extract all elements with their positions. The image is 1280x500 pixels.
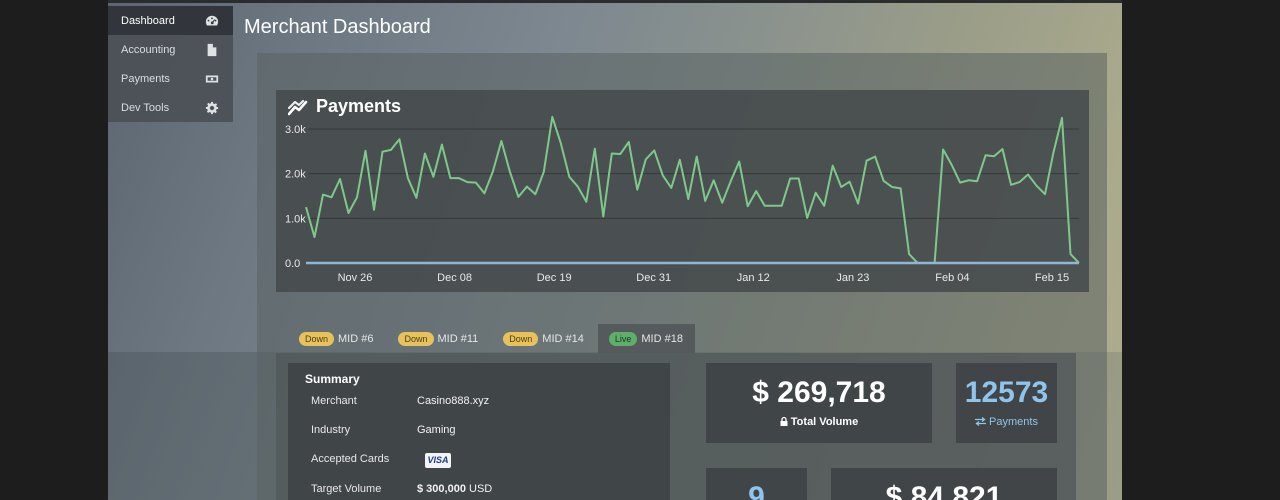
tab-label: MID #11 xyxy=(437,332,479,345)
y-tick-label: 1.0k xyxy=(285,213,306,225)
chart-title: Payments xyxy=(316,96,402,116)
x-tick-label: Feb 04 xyxy=(935,272,969,284)
visa-card-icon: VISA xyxy=(425,453,451,468)
x-tick-label: Jan 12 xyxy=(737,272,770,284)
status-badge: Live xyxy=(608,331,638,346)
payments-chart: 0.0 1.0k 2.0k 3.0k Nov 26 Dec 08 Dec 19 Dec 31 J… xyxy=(285,115,1080,284)
summary-row-accepted-cards: Accepted Cards VISA xyxy=(311,453,451,468)
chart-header: Payments xyxy=(288,96,401,117)
series-line-payments xyxy=(305,115,1080,264)
target-volume-amount: $ 300,000 xyxy=(417,483,466,495)
y-tick-label: 0.0 xyxy=(285,258,300,270)
sidebar-item-label: Dev Tools xyxy=(121,101,170,114)
stat-4-value: $ 84,821 xyxy=(885,481,1003,500)
stat-card-4: $ 84,821 xyxy=(831,468,1057,500)
x-tick-label: Dec 19 xyxy=(537,272,572,284)
status-badge: Down xyxy=(503,331,539,346)
payments-label: Payments xyxy=(989,416,1038,428)
lock-icon xyxy=(780,417,788,426)
payments-chart-panel: 0.0 1.0k 2.0k 3.0k Nov 26 Dec 08 Dec 19 Dec 31 J… xyxy=(276,90,1089,292)
x-tick-label: Jan 23 xyxy=(836,272,869,284)
app-window: Dashboard Accounting Payments Dev Tools … xyxy=(108,0,1122,500)
sidebar-item-accounting[interactable]: Accounting xyxy=(108,35,233,64)
tab-label: MID #6 xyxy=(338,332,374,345)
tab-label: MID #14 xyxy=(542,332,584,345)
sidebar-item-label: Dashboard xyxy=(121,14,175,27)
stat-card-3: 9 xyxy=(706,468,807,500)
status-badge: Down xyxy=(299,331,335,346)
total-volume-label: Total Volume xyxy=(790,416,859,428)
tab-mid-14[interactable]: Down MID #14 xyxy=(492,324,596,353)
gear-icon xyxy=(205,101,219,114)
y-tick-label: 2.0k xyxy=(285,169,306,181)
payments-label-row: Payments xyxy=(956,416,1057,428)
line-chart-icon xyxy=(288,99,308,115)
tab-mid-6[interactable]: Down MID #6 xyxy=(288,324,385,353)
summary-key: Target Volume xyxy=(311,483,382,495)
page-title: Merchant Dashboard xyxy=(244,16,431,38)
summary-row-merchant: Merchant Casino888.xyz xyxy=(311,395,489,407)
summary-title: Summary xyxy=(305,372,360,386)
top-border xyxy=(108,0,1122,3)
dashboard-icon xyxy=(205,15,219,25)
total-volume-value: $ 269,718 xyxy=(752,376,886,409)
payments-count-value: 12573 xyxy=(964,376,1049,409)
total-volume-label-row: Total Volume xyxy=(706,416,932,428)
tab-mid-11[interactable]: Down MID #11 xyxy=(387,324,490,353)
summary-value: $ 300,000 USD xyxy=(417,483,492,495)
file-icon xyxy=(207,43,217,56)
summary-row-target-volume: Target Volume $ 300,000 USD xyxy=(311,483,492,495)
sidebar-item-payments[interactable]: Payments xyxy=(108,64,233,93)
summary-value: Gaming xyxy=(417,424,456,436)
y-tick-label: 3.0k xyxy=(285,124,306,136)
sidebar-item-label: Accounting xyxy=(121,43,176,56)
x-tick-label: Nov 26 xyxy=(338,272,373,284)
status-badge: Down xyxy=(398,331,434,346)
money-icon xyxy=(205,75,219,82)
x-tick-label: Feb 15 xyxy=(1035,272,1069,284)
sidebar-item-dev-tools[interactable]: Dev Tools xyxy=(108,93,233,122)
total-volume-card: $ 269,718 Total Volume xyxy=(706,363,932,443)
tab-mid-18[interactable]: Live MID #18 xyxy=(597,324,695,353)
sidebar: Dashboard Accounting Payments Dev Tools xyxy=(108,6,233,122)
stat-3-value: 9 xyxy=(748,481,765,500)
target-volume-currency: USD xyxy=(469,483,493,495)
summary-card: Summary Merchant Casino888.xyz Industry … xyxy=(288,363,670,500)
x-tick-label: Dec 31 xyxy=(636,272,671,284)
tab-label: MID #18 xyxy=(641,332,683,345)
exchange-icon xyxy=(975,417,987,426)
summary-row-industry: Industry Gaming xyxy=(311,424,456,436)
summary-value: Casino888.xyz xyxy=(417,395,490,407)
summary-key: Merchant xyxy=(311,395,357,407)
x-tick-label: Dec 08 xyxy=(437,272,472,284)
summary-key: Accepted Cards xyxy=(311,453,390,465)
summary-key: Industry xyxy=(311,424,351,436)
sidebar-item-label: Payments xyxy=(121,72,170,85)
mid-tabs: Down MID #6 Down MID #11 Down MID #14 Li… xyxy=(288,324,697,353)
payments-count-card: 12573 Payments xyxy=(956,363,1057,443)
sidebar-item-dashboard[interactable]: Dashboard xyxy=(108,6,233,35)
